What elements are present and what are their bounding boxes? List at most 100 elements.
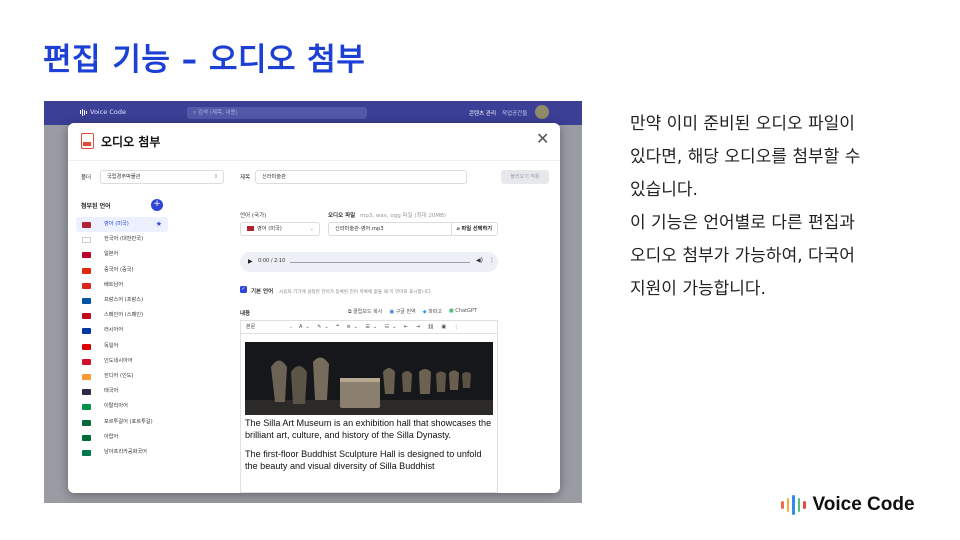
default-lang-label: 기본 언어 <box>251 289 274 295</box>
app-logo[interactable]: Voice Code <box>80 108 126 116</box>
flag-icon <box>82 313 91 320</box>
description-line: 만약 이미 준비된 오디오 파일이 <box>630 114 855 134</box>
sidebar-item-language[interactable]: 독일어 <box>76 339 168 354</box>
audio-hint: mp3, wav, ogg 파일 (최대 20MB) <box>359 213 447 219</box>
google-translate-button[interactable]: ▣ 구글 번역 <box>389 308 415 315</box>
clipboard-copy-button[interactable]: ⧉ 클립보드 복사 <box>348 308 382 315</box>
sidebar-item-label: 한국어 (대한민국) <box>104 236 144 243</box>
chevron-down-icon: ⌄ <box>309 226 314 232</box>
museum-photo <box>245 342 493 415</box>
content-menu[interactable]: 콘텐츠 관리 <box>469 109 496 117</box>
sidebar-item-label: 러시아어 <box>104 327 124 334</box>
papago-button[interactable]: ◆ 파파고 <box>423 308 442 315</box>
flag-icon <box>82 282 91 289</box>
sidebar-item-label: 아랍어 <box>104 433 119 440</box>
sidebar-title: 첨부된 언어 <box>81 203 111 210</box>
waveform-bar <box>786 498 789 512</box>
default-lang-checkbox[interactable]: ✓ <box>240 286 247 293</box>
select-file-button[interactable]: ⌀ 파일 선택하기 <box>450 223 497 235</box>
logo-icon <box>80 108 87 116</box>
sidebar-item-language[interactable]: 프랑스어 (프랑스) <box>76 293 168 308</box>
audio-file-icon <box>81 133 94 149</box>
audio-player[interactable]: ▶ 0:00 / 2:10 ◀) ⋮ <box>240 252 498 272</box>
brand-logo: Voice Code <box>781 494 915 516</box>
sidebar-item-language[interactable]: 중국어 (중국) <box>76 263 168 278</box>
sidebar-item-language[interactable]: 한국어 (대한민국) <box>76 232 168 247</box>
close-icon[interactable]: ✕ <box>536 131 549 147</box>
description-line: 있다면, 해당 오디오를 첨부할 수 <box>630 147 861 167</box>
language-sidebar: 첨부된 언어 + 영어 (미국) ★ 한국어 (대한민국) 일본어중국어 (중국) 베트… <box>68 193 172 493</box>
sidebar-item-label: 일본어 <box>104 251 119 258</box>
sidebar-item-label: 독일어 <box>104 342 119 349</box>
flag-icon <box>82 237 91 244</box>
subject-value: 신라미술관 <box>262 174 286 180</box>
brand-name: Voice Code <box>812 494 915 515</box>
description-line: 지원이 가능합니다. <box>630 279 766 299</box>
slide-description: 만약 이미 준비된 오디오 파일이있다면, 해당 오디오를 첨부할 수있습니다.… <box>630 108 930 306</box>
sidebar-item-language[interactable]: 일본어 <box>76 247 168 262</box>
us-flag-icon <box>247 226 254 231</box>
flag-icon <box>82 298 91 304</box>
volume-icon[interactable]: ◀) <box>476 257 483 264</box>
flag-icon <box>82 252 91 259</box>
sidebar-item-label: 태국어 <box>104 388 119 395</box>
tool-label: 구글 번역 <box>395 309 416 315</box>
sidebar-item-language[interactable]: 러시아어 <box>76 323 168 338</box>
sidebar-item-language[interactable]: 힌디어 (인도) <box>76 369 168 384</box>
sidebar-item-label: 스페인어 (스페인) <box>104 312 144 319</box>
workspace-menu[interactable]: 작업공간들 <box>502 109 527 117</box>
star-icon[interactable]: ★ <box>156 217 162 232</box>
sidebar-item-language[interactable]: 영어 (미국) ★ <box>76 217 168 232</box>
player-seek-bar[interactable] <box>290 261 470 263</box>
sidebar-item-language[interactable]: 인도네시아어 <box>76 354 168 369</box>
flag-icon <box>82 419 91 426</box>
waveform-bar <box>781 501 784 509</box>
language-select[interactable]: 영어 (미국) ⌄ <box>240 222 320 236</box>
more-icon[interactable]: ⋮ <box>489 257 495 264</box>
add-language-button[interactable]: + <box>151 199 163 211</box>
flag-icon <box>82 267 91 274</box>
chatgpt-button[interactable]: ■ ChatGPT <box>449 308 477 315</box>
audio-file-field[interactable]: 신라미술관-영어.mp3 ⌀ 파일 선택하기 <box>328 222 498 236</box>
tool-label: ChatGPT <box>455 308 477 314</box>
language-label: 언어 (국가) <box>240 213 267 219</box>
play-icon[interactable]: ▶ <box>248 258 253 265</box>
sidebar-item-language[interactable]: 베트남어 <box>76 278 168 293</box>
folder-label: 폴더 <box>81 175 92 181</box>
sidebar-item-language[interactable]: 아랍어 <box>76 430 168 445</box>
sidebar-item-label: 이탈리아어 <box>104 403 128 410</box>
flag-icon <box>82 404 91 411</box>
waveform-icon <box>781 495 806 515</box>
sidebar-item-label: 인도네시아어 <box>104 357 133 364</box>
sidebar-item-language[interactable]: 스페인어 (스페인) <box>76 308 168 323</box>
waveform-bar <box>803 501 806 509</box>
editor-text: The Silla Art Museum is an exhibition ha… <box>245 417 495 472</box>
search-input[interactable]: ⌕ 검색 (제목, 내용) <box>187 107 367 119</box>
flag-icon <box>82 434 91 441</box>
sidebar-item-language[interactable]: 남아프리카공화국어 <box>76 445 168 460</box>
folder-select[interactable]: 국립경주박물관 ⇕ <box>100 170 224 184</box>
sidebar-item-label: 힌디어 (인도) <box>104 373 134 379</box>
format-icons[interactable]: A⌄ ✎⌄ ❝ ≡⌄ ☰⌄ ☷⌄ ⇤ ⇥ ⛓ ▣ ⋮ <box>299 321 462 333</box>
apply-button[interactable]: 불러오기 적용 <box>501 170 549 184</box>
description-line: 오디오 첨부가 가능하여, 다국어 <box>630 246 855 266</box>
subject-input[interactable]: 신라미술관 <box>255 170 467 184</box>
chevron-down-icon[interactable]: ⌄ <box>289 321 293 333</box>
description-line: 있습니다. <box>630 180 698 200</box>
sidebar-item-label: 영어 (미국) <box>104 221 129 227</box>
format-select[interactable]: 본문 <box>246 324 255 330</box>
folder-value: 국립경주박물관 <box>107 174 141 180</box>
app-screenshot: Voice Code ⌕ 검색 (제목, 내용) 콘텐츠 관리 작업공간들 오디… <box>44 101 582 503</box>
tool-label: 파파고 <box>428 309 442 315</box>
audio-file-value: 신라미술관-영어.mp3 <box>335 226 384 232</box>
slide-title: 편집 기능 – 오디오 첨부 <box>43 42 366 78</box>
sidebar-item-language[interactable]: 이탈리아어 <box>76 399 168 414</box>
select-file-label: 파일 선택하기 <box>461 226 492 232</box>
tool-label: 클립보드 복사 <box>353 309 383 315</box>
editor-paragraph: The first-floor Buddhist Sculpture Hall … <box>245 449 482 471</box>
sidebar-item-language[interactable]: 태국어 <box>76 384 168 399</box>
flag-icon <box>82 328 91 335</box>
sidebar-item-label: 포르투갈어 (포르투갈) <box>104 418 153 425</box>
sidebar-item-language[interactable]: 포르투갈어 (포르투갈) <box>76 415 168 430</box>
avatar[interactable] <box>535 105 549 119</box>
